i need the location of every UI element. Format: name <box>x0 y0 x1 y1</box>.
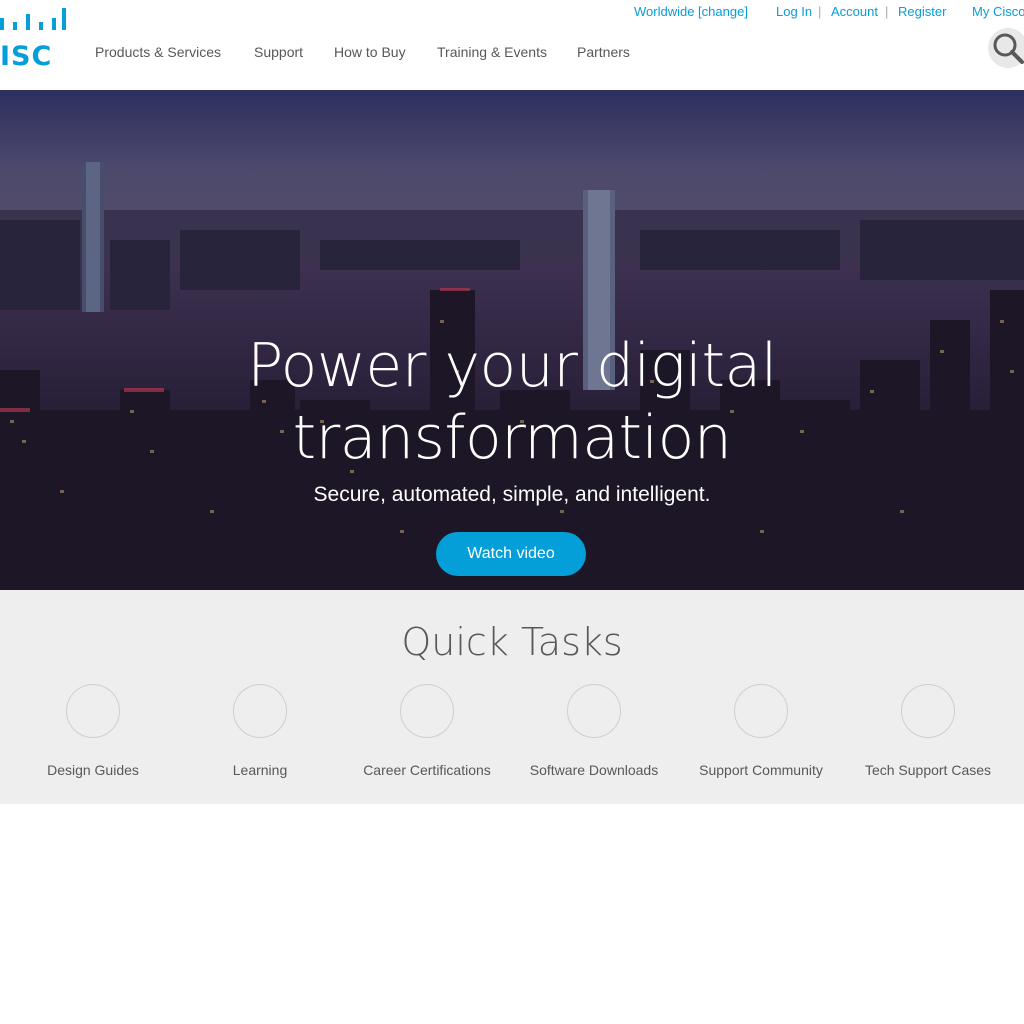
support-community-icon <box>734 684 788 738</box>
cisco-logo[interactable]: ISC <box>0 4 70 74</box>
quick-task-learning[interactable]: Learning <box>175 684 345 778</box>
hero-title: Power your digital transformation <box>0 330 1024 474</box>
hero-title-line-1: Power your digital <box>247 331 777 401</box>
site-header: ISC Worldwide [change] Log In | Account … <box>0 0 1024 90</box>
hero-title-line-2: transformation <box>292 403 732 473</box>
nav-how-to-buy[interactable]: How to Buy <box>334 44 406 60</box>
my-cisco-link[interactable]: My Cisco <box>972 4 1024 19</box>
quick-task-tech-support-cases[interactable]: Tech Support Cases <box>843 684 1013 778</box>
utility-separator: | <box>885 4 889 19</box>
worldwide-change-link[interactable]: Worldwide [change] <box>634 4 748 19</box>
quick-task-label: Tech Support Cases <box>864 762 992 778</box>
career-certifications-icon <box>400 684 454 738</box>
account-link[interactable]: Account <box>831 4 878 19</box>
watch-video-button[interactable]: Watch video <box>436 532 586 576</box>
quick-task-software-downloads[interactable]: Software Downloads <box>509 684 679 778</box>
nav-products-services[interactable]: Products & Services <box>95 44 221 60</box>
login-link[interactable]: Log In <box>776 4 812 19</box>
quick-tasks-title: Quick Tasks <box>401 620 623 664</box>
nav-training-events[interactable]: Training & Events <box>437 44 547 60</box>
search-icon <box>993 33 1024 64</box>
learning-icon <box>233 684 287 738</box>
quick-task-label: Learning <box>232 762 288 778</box>
software-downloads-icon <box>567 684 621 738</box>
logo-wordmark: ISC <box>0 41 53 72</box>
quick-task-label: Design Guides <box>47 762 139 778</box>
tech-support-cases-icon <box>901 684 955 738</box>
quick-task-support-community[interactable]: Support Community <box>676 684 846 778</box>
quick-task-label: Support Community <box>699 762 823 778</box>
quick-task-design-guides[interactable]: Design Guides <box>8 684 178 778</box>
cisco-bars-icon <box>0 8 66 30</box>
hero-subtitle: Secure, automated, simple, and intellige… <box>313 483 711 506</box>
search-button[interactable] <box>988 28 1024 68</box>
design-guides-icon <box>66 684 120 738</box>
hero-banner: Power your digital transformation Secure… <box>0 90 1024 590</box>
register-link[interactable]: Register <box>898 4 946 19</box>
quick-task-label: Software Downloads <box>529 762 659 778</box>
nav-partners[interactable]: Partners <box>577 44 630 60</box>
quick-task-career-certifications[interactable]: Career Certifications <box>342 684 512 778</box>
utility-separator: | <box>818 4 822 19</box>
quick-task-label: Career Certifications <box>363 762 491 778</box>
nav-support[interactable]: Support <box>254 44 303 60</box>
quick-tasks-section: Quick Tasks Design Guides Learning Caree… <box>0 590 1024 804</box>
